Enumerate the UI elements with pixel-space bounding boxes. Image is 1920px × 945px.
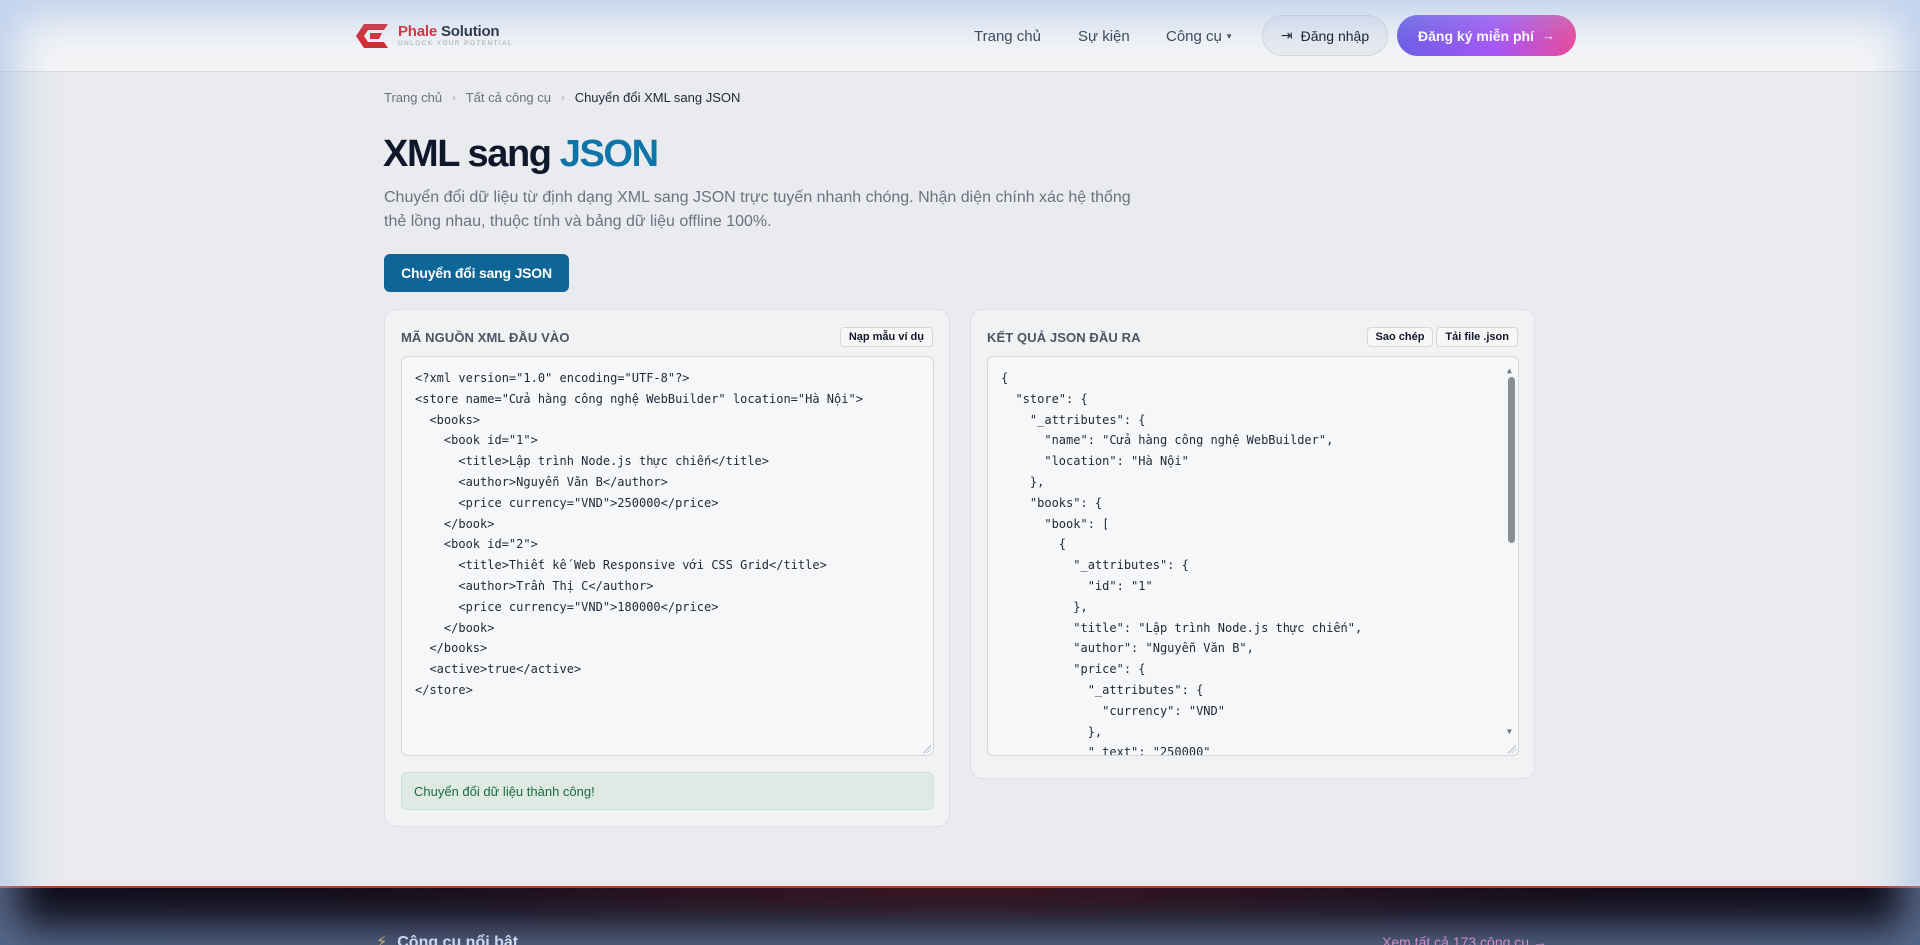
see-all-tools-link[interactable]: Xem tất cả 173 công cụ → <box>1382 934 1547 945</box>
code-line: "title": "Lập trình Node.js thực chiến", <box>1001 620 1363 635</box>
code-line: "store": { <box>1001 391 1088 406</box>
scrollbar-thumb[interactable] <box>1508 377 1515 543</box>
code-line: "_attributes": { <box>1001 558 1189 573</box>
breadcrumb-current: Chuyển đổi XML sang JSON <box>574 90 741 105</box>
breadcrumb-all-tools[interactable]: Tất cả công cụ <box>466 90 551 105</box>
code-line: <active>true</active> <box>415 662 582 677</box>
code-line: "books": { <box>1001 495 1103 510</box>
brand-tagline: UNLOCK YOUR POTENTIAL <box>398 40 513 48</box>
code-line: </store> <box>415 682 473 697</box>
login-icon: ⇥ <box>1280 27 1293 43</box>
chevron-right-icon: › <box>452 91 456 104</box>
input-panel-title: MÃ NGUỒN XML ĐẦU VÀO <box>401 329 570 345</box>
code-line: <store name="Cửa hàng công nghệ WebBuild… <box>415 391 863 406</box>
code-line: </book> <box>415 620 495 635</box>
code-line: <author>Nguyễn Văn B</author> <box>415 474 668 489</box>
code-line: <title>Thiết kế Web Responsive với CSS G… <box>415 558 827 573</box>
success-message: Chuyển đổi dữ liệu thành công! <box>401 772 934 810</box>
code-line: { <box>1001 537 1067 552</box>
phale-logo-icon <box>356 24 388 48</box>
chevron-down-icon: ▾ <box>1226 31 1232 41</box>
xml-input-textarea[interactable]: <?xml version="1.0" encoding="UTF-8"?> <s… <box>401 356 934 756</box>
featured-tools-heading: ⚡ Công cụ nổi bật <box>376 932 518 945</box>
code-line: }, <box>1001 474 1045 489</box>
register-button[interactable]: Đăng ký miễn phí → <box>1397 15 1576 56</box>
site-header: Phale Solution UNLOCK YOUR POTENTIAL Tra… <box>0 0 1920 72</box>
breadcrumb: Trang chủ › Tất cả công cụ › Chuyển đổi … <box>384 90 740 105</box>
code-line: <books> <box>415 412 481 427</box>
code-line: <price currency="VND">250000</price> <box>415 495 719 510</box>
brand-name-part2: Solution <box>437 23 500 41</box>
code-line: }, <box>1001 599 1088 614</box>
chevron-right-icon: › <box>561 91 565 104</box>
code-line: { <box>1001 371 1009 385</box>
code-line: <author>Trần Thị C</author> <box>415 578 654 593</box>
nav-tools[interactable]: Công cụ ▾ <box>1166 28 1231 45</box>
breadcrumb-home[interactable]: Trang chủ <box>384 90 442 105</box>
code-line: </book> <box>415 516 495 531</box>
code-line: "name": "Cửa hàng công nghệ WebBuilder", <box>1001 433 1334 448</box>
scroll-down-icon[interactable]: ▼ <box>1507 722 1512 743</box>
brand-name-part1: Phale <box>398 23 438 41</box>
code-line: "author": "Nguyễn Văn B", <box>1001 641 1254 656</box>
xml-input-panel: MÃ NGUỒN XML ĐẦU VÀO Nạp mẫu ví dụ <?xml… <box>384 309 950 827</box>
convert-button[interactable]: Chuyển đổi sang JSON <box>384 254 569 292</box>
nav-events[interactable]: Sự kiện <box>1078 28 1130 45</box>
login-button[interactable]: ⇥ Đăng nhập <box>1262 15 1388 56</box>
resize-handle-icon[interactable] <box>1508 745 1516 753</box>
code-line: "book": [ <box>1001 516 1110 531</box>
code-line: "id": "1" <box>1001 578 1153 593</box>
page-description: Chuyển đổi dữ liệu từ định dạng XML sang… <box>384 189 1131 230</box>
code-line: "currency": "VND" <box>1001 703 1225 718</box>
output-panel-title: KẾT QUẢ JSON ĐẦU RA <box>987 329 1141 345</box>
code-line: </books> <box>415 641 488 656</box>
copy-button[interactable]: Sao chép <box>1366 327 1434 347</box>
json-output-textarea[interactable]: { "store": { "_attributes": { "name": "C… <box>987 356 1519 756</box>
code-line: "price": { <box>1001 662 1146 677</box>
code-line: <price currency="VND">180000</price> <box>415 599 719 614</box>
code-line: "_attributes": { <box>1001 412 1146 427</box>
code-line: "location": "Hà Nội" <box>1001 454 1189 469</box>
scrollbar[interactable]: ▲ ▼ <box>1505 361 1517 743</box>
download-json-button[interactable]: Tải file .json <box>1436 327 1518 347</box>
lightning-icon: ⚡ <box>376 934 388 945</box>
arrow-right-icon: → <box>1541 28 1555 43</box>
load-sample-button[interactable]: Nạp mẫu ví dụ <box>839 327 933 347</box>
page-title: XML sang JSON <box>383 133 659 175</box>
code-line: <?xml version="1.0" encoding="UTF-8"?> <box>415 371 690 385</box>
resize-handle-icon[interactable] <box>923 745 931 753</box>
nav-home[interactable]: Trang chủ <box>974 28 1041 45</box>
code-line: <title>Lập trình Node.js thực chiến</tit… <box>415 454 770 469</box>
code-line: <book id="2"> <box>415 537 538 552</box>
brand-logo[interactable]: Phale Solution UNLOCK YOUR POTENTIAL <box>350 20 513 52</box>
code-line: "_attributes": { <box>1001 682 1204 697</box>
json-output-panel: KẾT QUẢ JSON ĐẦU RA Sao chép Tải file .j… <box>970 309 1535 779</box>
code-line: }, <box>1001 724 1103 739</box>
code-line: <book id="1"> <box>415 433 538 448</box>
code-line: "_text": "250000" <box>1001 745 1211 756</box>
site-footer: ⚡ Công cụ nổi bật Xem tất cả 173 công cụ … <box>0 886 1920 945</box>
